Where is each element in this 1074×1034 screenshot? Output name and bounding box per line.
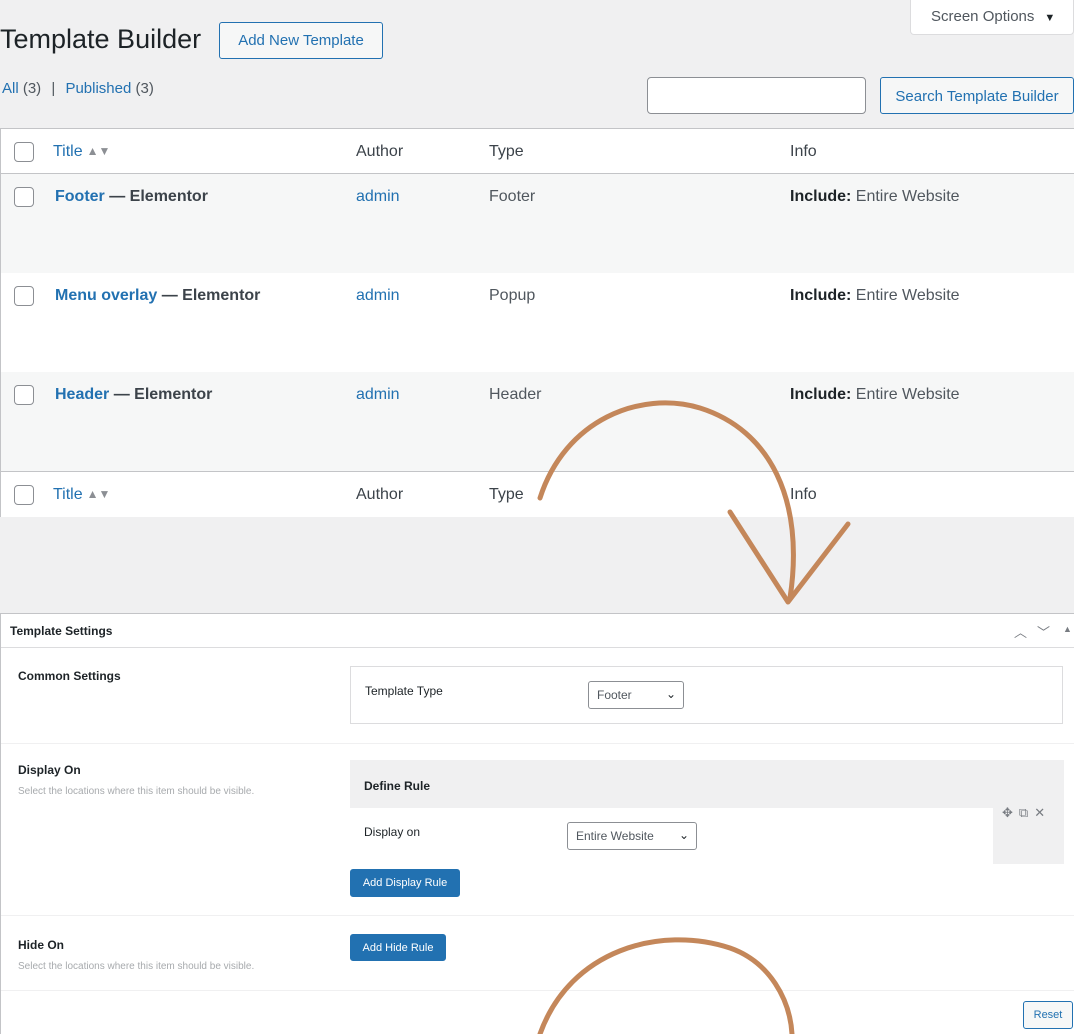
search-button[interactable]: Search Template Builder [880, 77, 1074, 114]
table-row: Footer — Elementor admin Footer Include:… [1, 174, 1074, 273]
filter-published-count: (3) [135, 80, 154, 97]
add-new-template-button[interactable]: Add New Template [219, 22, 383, 59]
rule-actions: ✥⧉✕ [1002, 805, 1051, 821]
select-all-checkbox[interactable] [14, 142, 34, 162]
common-settings-box: Template Type Footer ⌄ [350, 666, 1063, 724]
duplicate-icon[interactable]: ⧉ [1019, 805, 1034, 820]
hide-on-description: Select the locations where this item sho… [18, 961, 255, 972]
sort-icon: ▲▼ [86, 144, 111, 158]
display-rule-group: Define Rule Display on Entire Website ⌄ ✥… [350, 760, 1064, 864]
common-settings-section: Common Settings Template Type Footer ⌄ [1, 649, 1074, 744]
filter-all-link[interactable]: All [2, 80, 19, 97]
add-hide-rule-button[interactable]: Add Hide Rule [350, 934, 446, 961]
arrowhead-icon [727, 509, 851, 605]
template-settings-title: Template Settings [10, 624, 113, 638]
row-author-link[interactable]: admin [356, 188, 400, 206]
templates-table: Title ▲▼ Author Type Info Footer — Elemen… [0, 128, 1074, 517]
column-author-header: Author [356, 143, 404, 160]
row-type: Popup [489, 287, 536, 304]
row-info: Include: Entire Website [790, 287, 960, 304]
search-input[interactable] [647, 77, 866, 114]
sort-icon: ▲▼ [86, 487, 111, 501]
column-author-footer: Author [356, 486, 404, 503]
column-title-footer[interactable]: Title ▲▼ [53, 486, 110, 504]
row-info: Include: Entire Website [790, 386, 960, 403]
table-row: Menu overlay — Elementor admin Popup Inc… [1, 273, 1074, 372]
template-settings-header: Template Settings ︿ ﹀ ▲ [1, 614, 1074, 648]
row-author-link[interactable]: admin [356, 287, 400, 305]
column-type-header: Type [489, 143, 524, 160]
row-author-link[interactable]: admin [356, 386, 400, 404]
caret-down-icon: ▼ [1044, 12, 1056, 24]
chevron-up-icon[interactable]: ︿ [1014, 622, 1027, 641]
common-settings-label: Common Settings [18, 669, 121, 683]
row-title-link[interactable]: Menu overlay [55, 287, 157, 304]
row-checkbox[interactable] [14, 187, 34, 207]
chevron-down-icon[interactable]: ﹀ [1037, 622, 1050, 641]
move-icon[interactable]: ✥ [1002, 805, 1019, 820]
table-header-row: Title ▲▼ Author Type Info [1, 129, 1074, 174]
template-settings-panel: Template Settings ︿ ﹀ ▲ Common Settings … [0, 613, 1074, 1034]
screen-options-label: Screen Options [931, 8, 1035, 25]
row-title-cell: Menu overlay — Elementor [55, 287, 261, 304]
template-type-select[interactable]: Footer ⌄ [588, 681, 684, 709]
hide-on-label: Hide On [18, 938, 65, 952]
filter-all-count: (3) [22, 80, 42, 97]
row-title-cell: Footer — Elementor [55, 188, 208, 205]
column-info-footer: Info [790, 486, 817, 503]
page-title: Template Builder [0, 24, 202, 54]
hide-on-section: Hide On Select the locations where this … [1, 916, 1074, 991]
filter-separator: | [51, 80, 56, 97]
column-title-header[interactable]: Title ▲▼ [53, 143, 110, 161]
row-title-cell: Header — Elementor [55, 386, 213, 403]
close-icon[interactable]: ✕ [1034, 805, 1051, 820]
column-info-header: Info [790, 143, 817, 160]
table-row: Header — Elementor admin Header Include:… [1, 372, 1074, 471]
row-title-link[interactable]: Header [55, 386, 109, 403]
chevron-down-icon: ⌄ [678, 828, 689, 842]
define-rule-heading: Define Rule [364, 779, 431, 793]
display-on-field-label: Display on [364, 825, 421, 839]
status-filters: All (3) | Published (3) [2, 80, 154, 97]
triangle-up-icon[interactable]: ▲ [1063, 624, 1072, 634]
display-on-label: Display On [18, 763, 81, 777]
filter-published-link[interactable]: Published [65, 80, 131, 97]
row-type: Footer [489, 188, 536, 205]
screen-options-toggle[interactable]: Screen Options ▼ [910, 0, 1074, 35]
column-type-footer: Type [489, 486, 524, 503]
select-all-checkbox-footer[interactable] [14, 485, 34, 505]
display-on-section: Display On Select the locations where th… [1, 744, 1074, 916]
row-title-link[interactable]: Footer [55, 188, 105, 205]
row-type: Header [489, 386, 542, 403]
row-info: Include: Entire Website [790, 188, 960, 205]
display-on-select[interactable]: Entire Website ⌄ [567, 822, 697, 850]
chevron-down-icon: ⌄ [665, 687, 676, 701]
reset-button[interactable]: Reset [1023, 1001, 1073, 1029]
add-display-rule-button[interactable]: Add Display Rule [350, 869, 460, 897]
row-checkbox[interactable] [14, 286, 34, 306]
display-rule-row: Display on Entire Website ⌄ [350, 808, 993, 864]
row-checkbox[interactable] [14, 385, 34, 405]
display-on-description: Select the locations where this item sho… [18, 786, 255, 797]
template-type-label: Template Type [365, 684, 443, 698]
table-footer-row: Title ▲▼ Author Type Info [1, 471, 1074, 517]
